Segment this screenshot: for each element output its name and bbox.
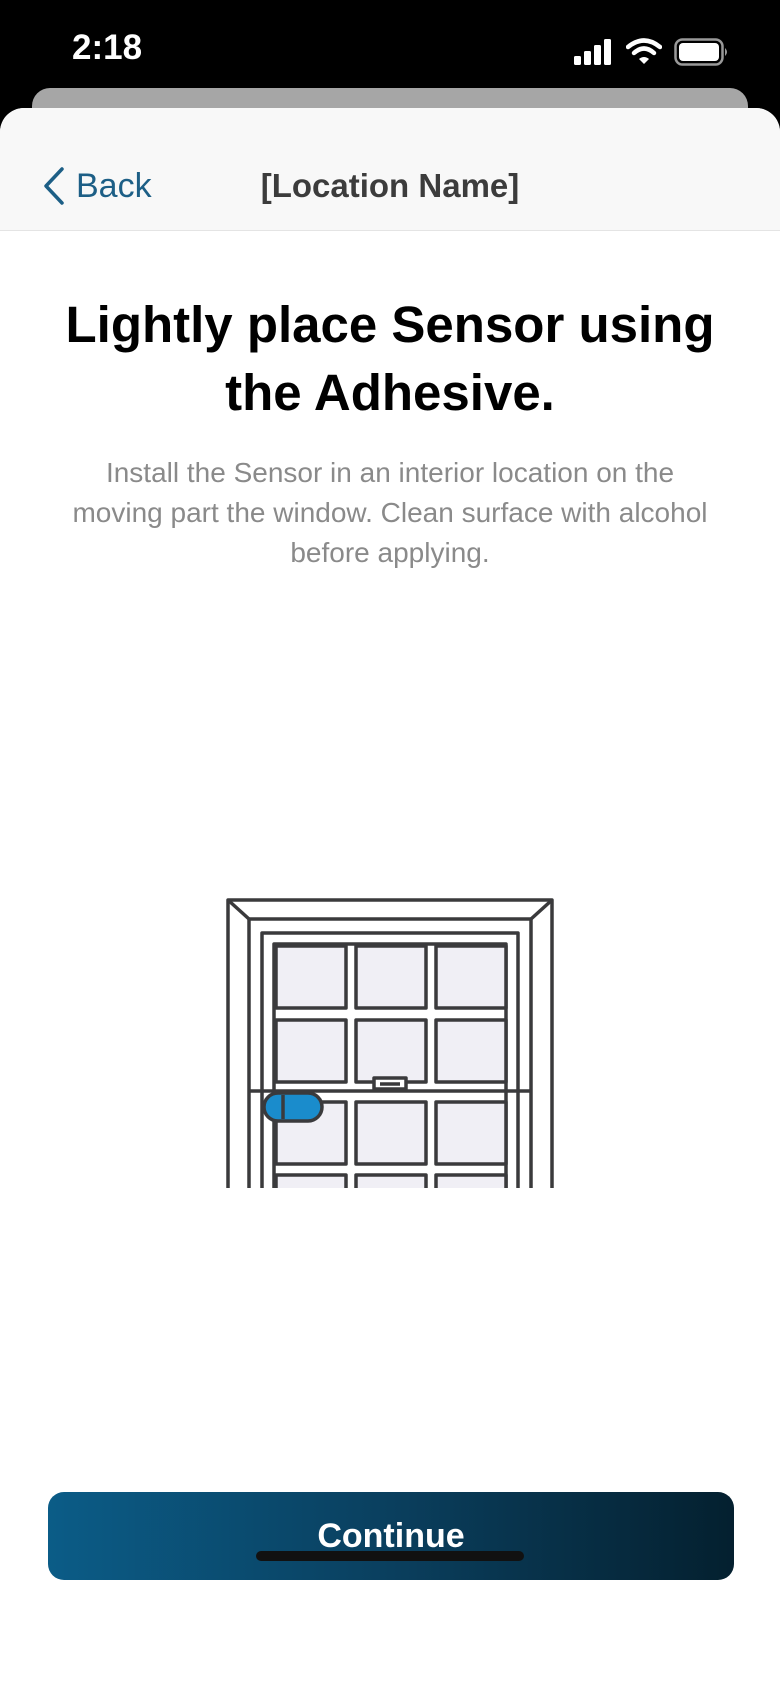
navigation-bar: Back [Location Name] xyxy=(0,108,780,231)
sensor-icon xyxy=(262,1091,324,1123)
page-heading: Lightly place Sensor using the Adhesive. xyxy=(65,296,715,421)
status-icons xyxy=(574,36,730,68)
status-bar: 2:18 xyxy=(0,0,780,100)
cellular-signal-icon xyxy=(574,39,611,65)
window-sensor-illustration xyxy=(226,898,554,1188)
battery-icon xyxy=(674,38,727,66)
home-indicator xyxy=(256,1551,524,1561)
status-time: 2:18 xyxy=(72,28,143,67)
wifi-icon xyxy=(626,38,662,64)
nav-title: [Location Name] xyxy=(260,167,520,204)
instructions-text: Install the Sensor in an interior locati… xyxy=(72,457,708,568)
continue-button[interactable]: Continue xyxy=(48,1492,734,1580)
modal-sheet: Back [Location Name] Lightly place Senso… xyxy=(0,108,780,1688)
